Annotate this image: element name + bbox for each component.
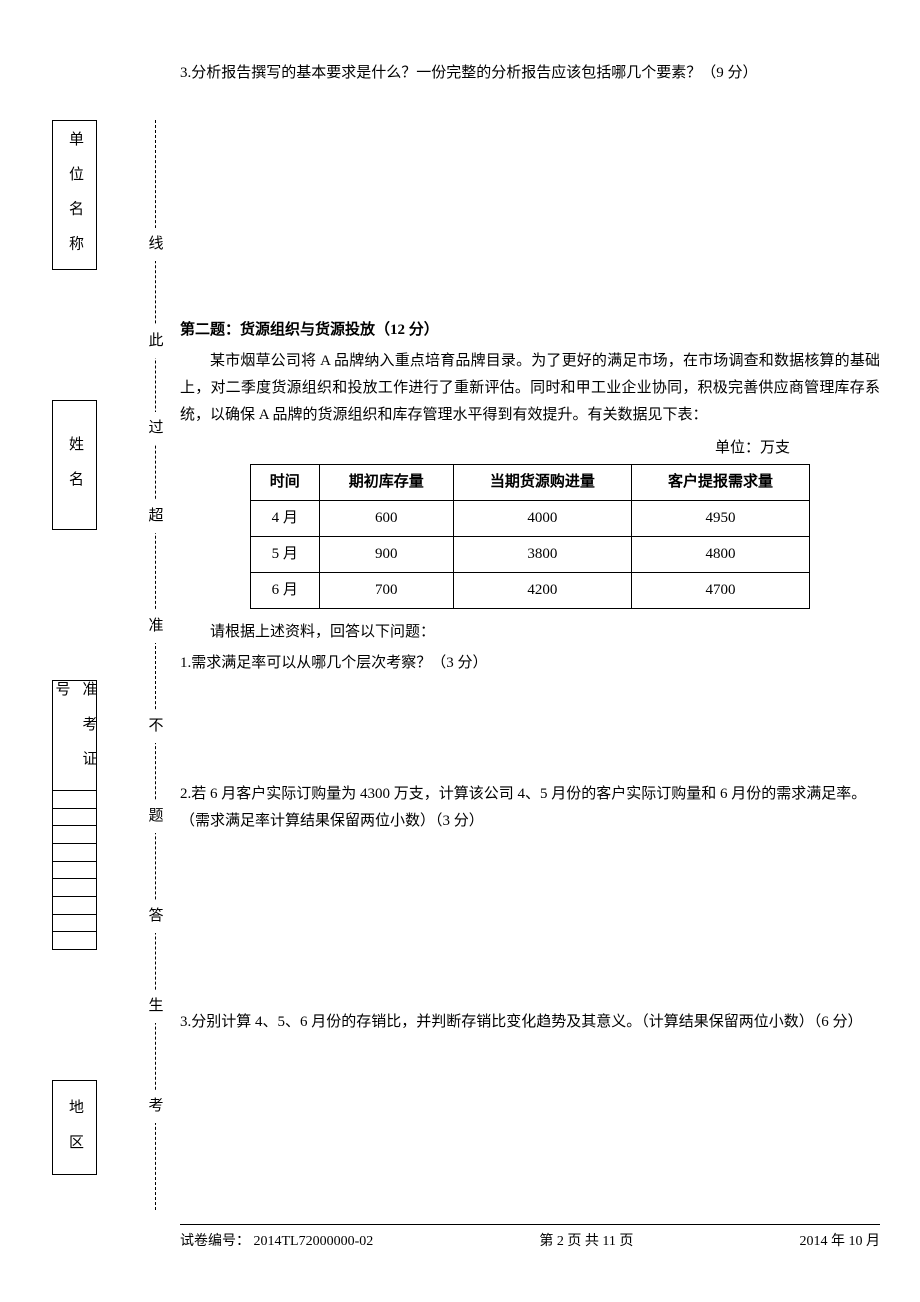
ticket-cell — [53, 862, 96, 880]
th-purchase: 当期货源购进量 — [453, 465, 631, 501]
cut-char: 题 — [147, 800, 165, 833]
cut-char: 此 — [147, 325, 165, 358]
table-unit: 单位：万支 — [180, 435, 880, 462]
cut-char: 超 — [147, 500, 165, 533]
ticket-cell — [53, 809, 96, 827]
field-region: 地 区 — [52, 1080, 97, 1175]
page-content: 3.分析报告撰写的基本要求是什么？一份完整的分析报告应该包括哪几个要素？（9 分… — [180, 60, 880, 1036]
footer-left: 试卷编号： 2014TL72000000-02 — [180, 1229, 373, 1254]
cut-char: 准 — [147, 610, 165, 643]
ticket-cell — [53, 897, 96, 915]
sub-question-1: 1.需求满足率可以从哪几个层次考察？（3 分） — [180, 650, 880, 677]
ticket-cell — [53, 879, 96, 897]
table-row: 6 月 700 4200 4700 — [251, 573, 810, 609]
footer-right: 2014 年 10 月 — [800, 1229, 881, 1254]
section-2-paragraph: 某市烟草公司将 A 品牌纳入重点培育品牌目录。为了更好的满足市场，在市场调查和数… — [180, 348, 880, 429]
answer-prompt: 请根据上述资料，回答以下问题： — [180, 619, 880, 646]
table-header-row: 时间 期初库存量 当期货源购进量 客户提报需求量 — [251, 465, 810, 501]
cut-char: 线 — [147, 228, 165, 261]
question-1-3: 3.分析报告撰写的基本要求是什么？一份完整的分析报告应该包括哪几个要素？（9 分… — [180, 60, 880, 87]
cut-char: 生 — [147, 990, 165, 1023]
cut-char: 过 — [147, 412, 165, 445]
sub-question-3: 3.分别计算 4、5、6 月份的存销比，并判断存销比变化趋势及其意义。（计算结果… — [180, 1009, 880, 1036]
binding-column: 单 位 名 称 姓 名 准 考 证 号 地 区 — [52, 120, 112, 1180]
ticket-cell — [53, 791, 96, 809]
field-name: 姓 名 — [52, 400, 97, 530]
th-time: 时间 — [251, 465, 320, 501]
cut-char: 考 — [147, 1090, 165, 1123]
cut-char: 不 — [147, 710, 165, 743]
th-stock: 期初库存量 — [319, 465, 453, 501]
data-table: 时间 期初库存量 当期货源购进量 客户提报需求量 4 月 600 4000 49… — [250, 464, 810, 609]
ticket-cell — [53, 826, 96, 844]
cut-char: 答 — [147, 900, 165, 933]
ticket-cell — [53, 932, 96, 949]
ticket-cell — [53, 844, 96, 862]
ticket-cell — [53, 915, 96, 933]
table-row: 4 月 600 4000 4950 — [251, 501, 810, 537]
page-footer: 试卷编号： 2014TL72000000-02 第 2 页 共 11 页 201… — [180, 1224, 880, 1254]
table-row: 5 月 900 3800 4800 — [251, 537, 810, 573]
footer-center: 第 2 页 共 11 页 — [539, 1229, 633, 1254]
th-demand: 客户提报需求量 — [631, 465, 809, 501]
cut-line — [155, 120, 156, 1210]
sub-question-2: 2.若 6 月客户实际订购量为 4300 万支，计算该公司 4、5 月份的客户实… — [180, 781, 880, 835]
field-ticket-number: 准 考 证 号 — [52, 680, 97, 950]
field-unit-name: 单 位 名 称 — [52, 120, 97, 270]
section-2-title: 第二题：货源组织与货源投放（12 分） — [180, 317, 880, 344]
